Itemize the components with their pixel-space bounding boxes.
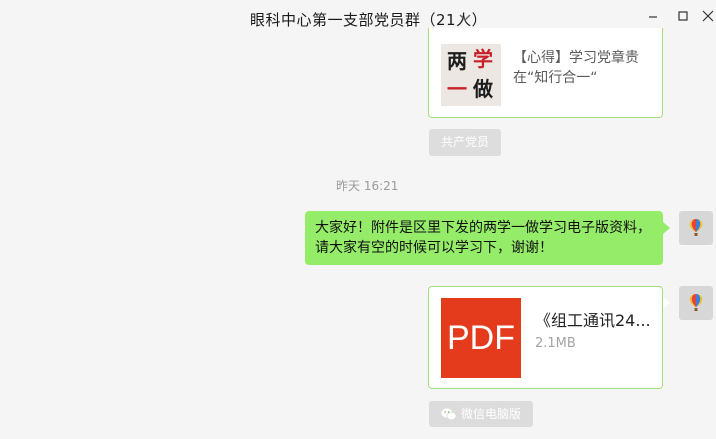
bubble-tail bbox=[663, 222, 670, 234]
message-line: 大家好！附件是区里下发的两学一做学习电子版资料， bbox=[315, 220, 651, 236]
link-title: 【心得】学习党章贵 在“知行合一“ bbox=[513, 48, 653, 88]
close-icon[interactable] bbox=[700, 8, 716, 24]
link-title-line: 【心得】学习党章贵 bbox=[513, 50, 639, 66]
file-name: 《组工通讯24... bbox=[535, 311, 651, 330]
file-size: 2.1MB bbox=[535, 336, 576, 351]
app-source-label: 微信电脑版 bbox=[461, 407, 522, 421]
thumb-char: 学 bbox=[473, 47, 493, 71]
thumb-char: 一 bbox=[447, 77, 467, 101]
balloon-avatar-icon bbox=[689, 294, 703, 311]
chat-title[interactable]: 眼科中心第一支部党员群（21人） bbox=[250, 9, 487, 30]
avatar[interactable] bbox=[679, 211, 713, 245]
bubble-tail bbox=[663, 297, 670, 309]
link-card-message[interactable]: 两 学 一 做 【心得】学习党章贵 在“知行合一“ bbox=[428, 28, 663, 118]
chevron-down-icon[interactable] bbox=[458, 12, 472, 24]
thumb-char: 两 bbox=[447, 49, 467, 73]
wechat-icon bbox=[441, 408, 457, 421]
thumb-char: 做 bbox=[473, 77, 493, 101]
pdf-file-icon: PDF bbox=[441, 298, 521, 378]
link-thumbnail: 两 学 一 做 bbox=[441, 44, 501, 106]
balloon-avatar-icon bbox=[689, 219, 703, 236]
message-timestamp: 昨天 16:21 bbox=[336, 179, 399, 193]
text-message-bubble[interactable]: 大家好！附件是区里下发的两学一做学习电子版资料， 请大家有空的时候可以学习下，谢… bbox=[305, 211, 663, 265]
message-line: 请大家有空的时候可以学习下，谢谢！ bbox=[315, 240, 553, 256]
link-source-chip[interactable]: 共产党员 bbox=[429, 129, 501, 156]
maximize-icon[interactable] bbox=[675, 8, 691, 24]
link-title-line: 在“知行合一“ bbox=[513, 70, 598, 86]
avatar[interactable] bbox=[679, 286, 713, 320]
file-message-card[interactable]: PDF 《组工通讯24... 2.1MB bbox=[428, 286, 663, 389]
app-source-chip[interactable]: 微信电脑版 bbox=[429, 401, 533, 427]
minimize-icon[interactable] bbox=[645, 8, 661, 24]
